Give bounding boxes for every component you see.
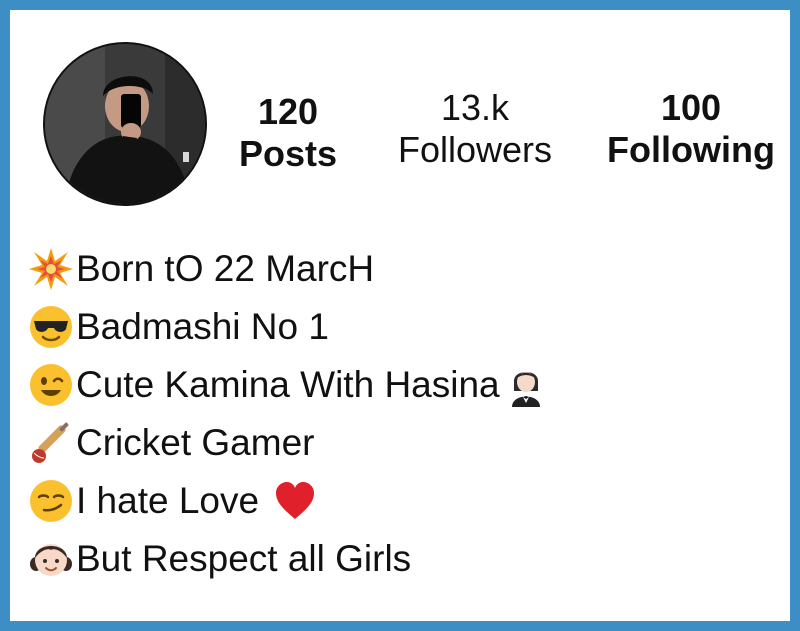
followers-count: 13.k [440,87,510,128]
bio-list: Born tO 22 MarcH Badmashi No 1 Cute Kami… [28,240,548,588]
bio-text: I hate Love [76,480,270,521]
bio-text: But Respect all Girls [76,538,412,579]
collision-icon [28,246,74,292]
following-count: 100 [660,87,722,128]
profile-photo-icon [45,44,205,204]
bio-text: Cricket Gamer [76,422,315,463]
smirking-face-icon [28,478,74,524]
cricket-bat-icon [28,420,74,466]
posts-label: Posts [238,133,338,174]
red-heart-icon [273,479,317,523]
bio-line: Cute Kamina With Hasina [28,356,548,414]
following-label: Following [607,129,775,170]
profile-card: 120 Posts 13.k Followers 100 Following B… [0,0,800,631]
girl-icon [28,536,74,582]
stat-followers[interactable]: 13.k Followers [370,88,580,172]
followers-label: Followers [397,129,553,170]
bio-line: I hate Love [28,472,548,530]
bio-text: Cute Kamina With Hasina [76,364,500,405]
stat-posts[interactable]: 120 Posts [228,92,348,176]
winking-face-icon [28,362,74,408]
bio-line: Cricket Gamer [28,414,548,472]
bio-line: Born tO 22 MarcH [28,240,548,298]
woman-in-tuxedo-icon [504,363,548,407]
profile-avatar[interactable] [43,42,207,206]
bio-text: Badmashi No 1 [76,306,329,347]
posts-count: 120 [257,91,319,132]
bio-line: But Respect all Girls [28,530,548,588]
sunglasses-face-icon [28,304,74,350]
bio-text: Born tO 22 MarcH [76,248,375,289]
stat-following[interactable]: 100 Following [598,88,784,172]
bio-line: Badmashi No 1 [28,298,548,356]
